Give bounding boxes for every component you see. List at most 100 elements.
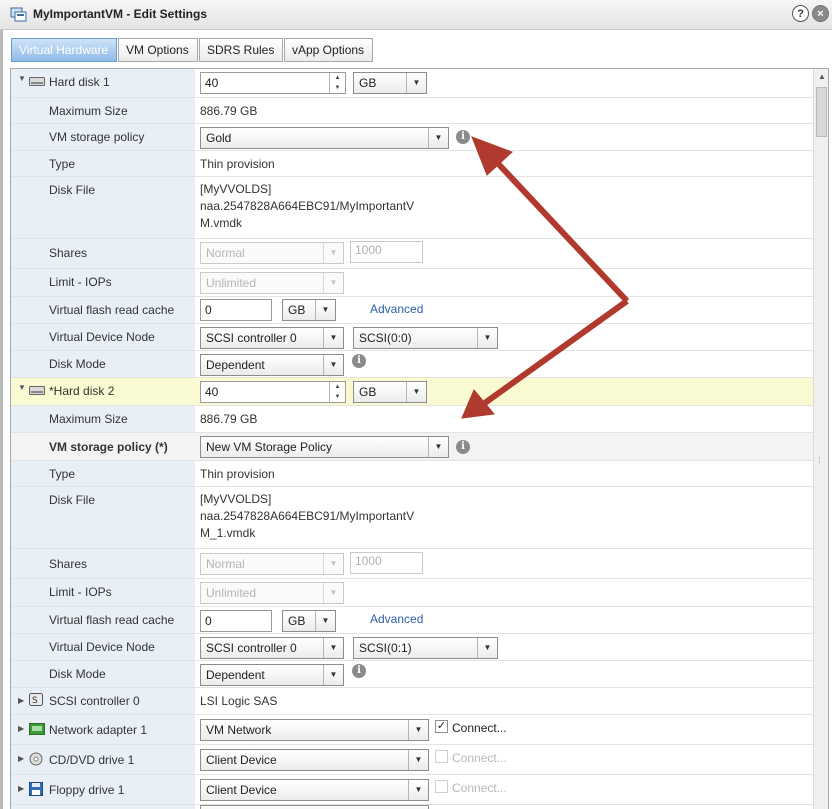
expand-hard-disk-2-icon[interactable]: ▼ — [18, 383, 26, 392]
info-icon[interactable]: i — [456, 440, 470, 454]
size-spinner[interactable]: ▲ ▼ — [329, 382, 345, 402]
shares-value-input[interactable]: 1000 — [350, 552, 423, 574]
dropdown-arrow-icon[interactable]: ▼ — [315, 611, 335, 631]
expand-floppy-icon[interactable]: ▶ — [18, 784, 24, 793]
dropdown-arrow-icon[interactable]: ▼ — [406, 73, 426, 93]
floppy-connect-checkbox[interactable] — [435, 780, 448, 793]
storage-policy-value: Gold — [206, 131, 232, 145]
spinner-down-icon[interactable]: ▼ — [330, 392, 345, 402]
type-value: Thin provision — [200, 467, 275, 481]
dropdown-arrow-icon[interactable]: ▼ — [323, 638, 343, 658]
dropdown-arrow-icon[interactable]: ▼ — [408, 750, 428, 770]
hardware-panel: ▼ Hard disk 1 40 ▲ ▼ GB ▼ Maximum Size 88… — [10, 68, 829, 809]
help-icon[interactable]: ? — [792, 5, 809, 22]
expand-network-adapter-icon[interactable]: ▶ — [18, 724, 24, 733]
dropdown-arrow-icon[interactable]: ▼ — [408, 720, 428, 740]
tab-virtual-hardware[interactable]: Virtual Hardware — [11, 38, 117, 62]
tab-vapp-options[interactable]: vApp Options — [284, 38, 373, 62]
spinner-down-icon[interactable]: ▼ — [330, 83, 345, 93]
scrollbar[interactable]: ▲ ⁞ — [813, 69, 828, 809]
hard-disk-2-label: *Hard disk 2 — [49, 384, 115, 398]
dropdown-arrow-icon[interactable]: ▼ — [323, 355, 343, 375]
dropdown-arrow-icon[interactable]: ▼ — [323, 554, 343, 574]
disk-file-line: [MyVVOLDS] — [200, 182, 272, 196]
info-icon[interactable]: i — [352, 664, 366, 678]
expand-hard-disk-1-icon[interactable]: ▼ — [18, 74, 26, 83]
hd2-storage-policy-select[interactable]: New VM Storage Policy ▼ — [200, 436, 449, 458]
scsi-id-value: SCSI(0:1) — [359, 641, 412, 655]
hard-disk-2-unit-select[interactable]: GB ▼ — [353, 381, 427, 403]
tab-vm-options[interactable]: VM Options — [118, 38, 198, 62]
hard-disk-1-unit-select[interactable]: GB ▼ — [353, 72, 427, 94]
dropdown-arrow-icon[interactable]: ▼ — [428, 128, 448, 148]
scsi-id-value: SCSI(0:0) — [359, 331, 412, 345]
info-icon[interactable]: i — [456, 130, 470, 144]
cd-dvd-select[interactable]: Client Device ▼ — [200, 749, 429, 771]
dropdown-arrow-icon[interactable]: ▼ — [323, 328, 343, 348]
shares-value-input[interactable]: 1000 — [350, 241, 423, 263]
dropdown-arrow-icon[interactable]: ▼ — [477, 328, 497, 348]
controller-select[interactable]: SCSI controller 0 ▼ — [200, 637, 344, 659]
floppy-label: Floppy drive 1 — [49, 783, 125, 797]
shares-select[interactable]: Normal ▼ — [200, 553, 344, 575]
network-connect-label: Connect... — [452, 721, 507, 735]
expand-scsi-controller-icon[interactable]: ▶ — [18, 696, 24, 705]
hd1-flash-row: Virtual flash read cache 0 GB ▼ Advanced — [11, 297, 813, 324]
close-icon[interactable]: × — [812, 5, 829, 22]
expand-cd-dvd-icon[interactable]: ▶ — [18, 754, 24, 763]
flash-cache-input[interactable]: 0 — [200, 610, 272, 632]
type-label: Type — [49, 157, 76, 171]
hard-disk-icon — [29, 77, 45, 86]
scsi-id-select[interactable]: SCSI(0:0) ▼ — [353, 327, 498, 349]
hard-disk-1-size-input[interactable]: 40 ▲ ▼ — [200, 72, 346, 94]
dropdown-arrow-icon[interactable]: ▼ — [406, 382, 426, 402]
limit-iops-label: Limit - IOPs — [49, 275, 112, 289]
tab-sdrs-rules[interactable]: SDRS Rules — [199, 38, 283, 62]
floppy-value: Client Device — [206, 783, 277, 797]
shares-value: Normal — [206, 557, 245, 571]
svg-text:S: S — [32, 696, 38, 706]
dropdown-arrow-icon[interactable]: ▼ — [408, 780, 428, 800]
floppy-select[interactable]: Client Device ▼ — [200, 779, 429, 801]
disk-mode-select[interactable]: Dependent ▼ — [200, 354, 344, 376]
dropdown-arrow-icon[interactable]: ▼ — [315, 300, 335, 320]
device-node-label: Virtual Device Node — [49, 640, 155, 654]
scroll-up-icon[interactable]: ▲ — [814, 69, 828, 85]
disk-mode-select[interactable]: Dependent ▼ — [200, 664, 344, 686]
flash-cache-input[interactable]: 0 — [200, 299, 272, 321]
limit-iops-select[interactable]: Unlimited ▼ — [200, 272, 344, 294]
spinner-up-icon[interactable]: ▲ — [330, 73, 345, 83]
hd1-shares-row: Shares Normal ▼ 1000 — [11, 239, 813, 269]
advanced-link[interactable]: Advanced — [370, 612, 423, 626]
info-icon[interactable]: i — [352, 354, 366, 368]
hd1-storage-policy-select[interactable]: Gold ▼ — [200, 127, 449, 149]
flash-unit-select[interactable]: GB ▼ — [282, 299, 336, 321]
resize-grip-icon[interactable]: ⁞ — [818, 455, 821, 465]
spinner-up-icon[interactable]: ▲ — [330, 382, 345, 392]
size-spinner[interactable]: ▲ ▼ — [329, 73, 345, 93]
network-select[interactable]: VM Network ▼ — [200, 719, 429, 741]
dropdown-arrow-icon[interactable]: ▼ — [477, 638, 497, 658]
shares-select[interactable]: Normal ▼ — [200, 242, 344, 264]
dropdown-arrow-icon[interactable]: ▼ — [323, 273, 343, 293]
advanced-link[interactable]: Advanced — [370, 302, 423, 316]
hd2-disk-file-row: Disk File [MyVVOLDS] naa.2547828A664EBC9… — [11, 487, 813, 549]
cd-dvd-connect-checkbox[interactable] — [435, 750, 448, 763]
dropdown-arrow-icon[interactable]: ▼ — [323, 243, 343, 263]
scroll-thumb[interactable] — [816, 87, 827, 137]
flash-unit-value: GB — [288, 614, 306, 628]
controller-select[interactable]: SCSI controller 0 ▼ — [200, 327, 344, 349]
flash-unit-select[interactable]: GB ▼ — [282, 610, 336, 632]
hard-disk-2-size-input[interactable]: 40 ▲ ▼ — [200, 381, 346, 403]
max-size-label: Maximum Size — [49, 104, 128, 118]
limit-iops-select[interactable]: Unlimited ▼ — [200, 582, 344, 604]
scsi-id-select[interactable]: SCSI(0:1) ▼ — [353, 637, 498, 659]
hard-disk-1-row: ▼ Hard disk 1 40 ▲ ▼ GB ▼ — [11, 69, 813, 98]
controller-value: SCSI controller 0 — [206, 331, 297, 345]
disk-file-label: Disk File — [49, 493, 96, 507]
dropdown-arrow-icon[interactable]: ▼ — [428, 437, 448, 457]
next-row-select[interactable] — [200, 805, 429, 809]
dropdown-arrow-icon[interactable]: ▼ — [323, 665, 343, 685]
network-connect-checkbox[interactable]: ✓ — [435, 720, 448, 733]
dropdown-arrow-icon[interactable]: ▼ — [323, 583, 343, 603]
